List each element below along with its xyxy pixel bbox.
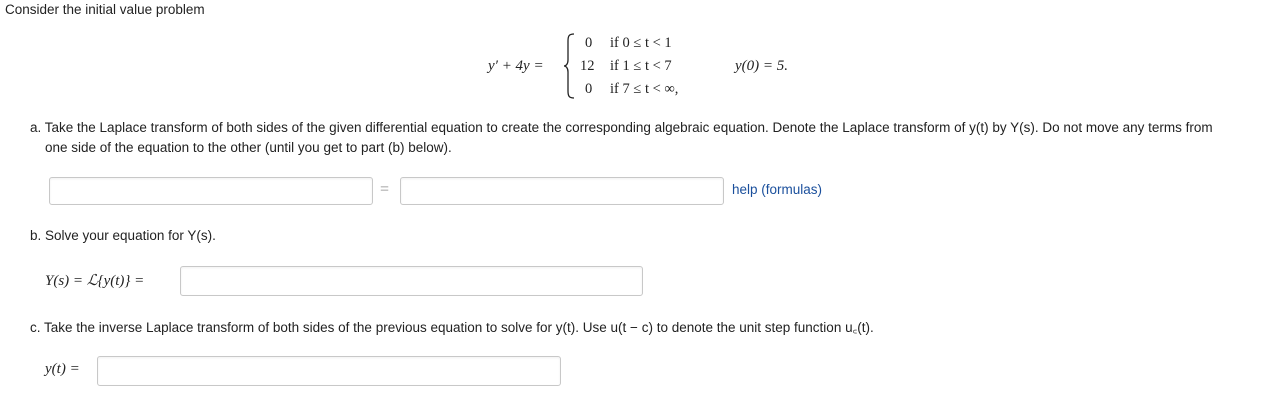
problem-intro: Consider the initial value problem — [5, 2, 205, 17]
part-b-instructions: b. Solve your equation for Y(s). — [30, 228, 216, 243]
case-condition-2: if 1 ≤ t < 7 — [610, 58, 672, 74]
case-value-2: 12 — [580, 58, 595, 74]
left-brace-icon — [563, 33, 575, 99]
ode-left-side: y′ + 4y = — [488, 58, 544, 74]
part-a-line-1: a. Take the Laplace transform of both si… — [30, 120, 1213, 135]
transform-rhs-input[interactable] — [400, 177, 724, 205]
case-condition-1: if 0 ≤ t < 1 — [610, 35, 672, 51]
case-value-1: 0 — [585, 35, 593, 51]
part-a-instructions: a. Take the Laplace transform of both si… — [30, 118, 1275, 158]
part-a-line-2: one side of the equation to the other (u… — [45, 140, 452, 155]
inverse-solution-input[interactable] — [97, 356, 561, 386]
part-b-answer-label: Y(s) = ℒ{y(t)} = — [45, 273, 145, 289]
transform-lhs-input[interactable] — [49, 177, 373, 205]
help-formulas-link[interactable]: help (formulas) — [732, 182, 822, 197]
case-value-3: 0 — [585, 81, 593, 97]
laplace-solution-input[interactable] — [180, 266, 643, 296]
initial-condition: y(0) = 5. — [735, 58, 789, 74]
equals-sign: = — [380, 181, 390, 198]
case-condition-3: if 7 ≤ t < ∞, — [610, 81, 679, 97]
part-c-answer-label: y(t) = — [45, 361, 80, 377]
part-c-instructions: c. Take the inverse Laplace transform of… — [30, 320, 874, 335]
